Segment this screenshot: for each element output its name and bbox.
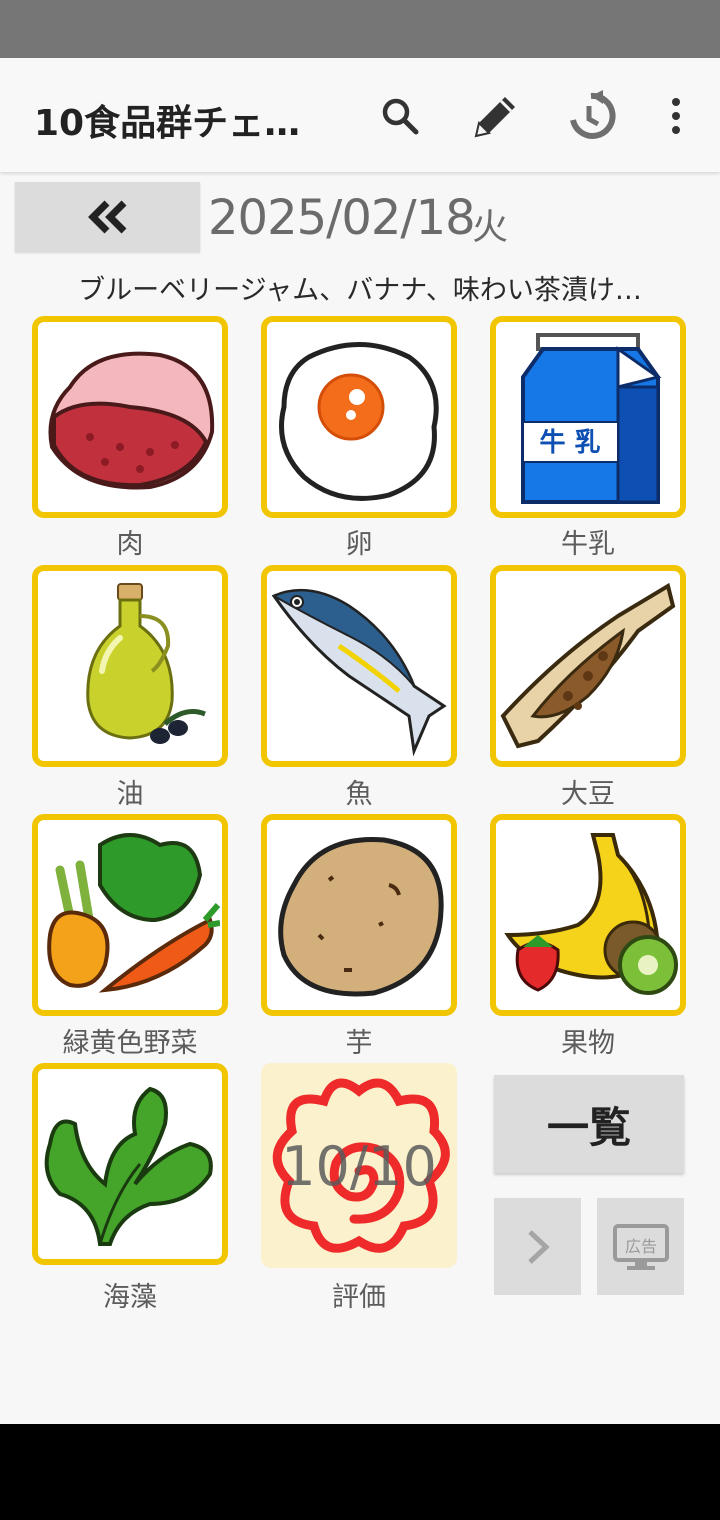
food-tile-meat[interactable]	[32, 316, 228, 518]
meal-summary[interactable]: ブルーベリージャム、バナナ、味わい茶漬け…	[20, 268, 700, 307]
food-tile-oil[interactable]	[32, 565, 228, 767]
list-button[interactable]: 一覧	[494, 1075, 684, 1173]
chevron-right-icon	[527, 1229, 550, 1264]
food-label-fish: 魚	[345, 779, 373, 810]
seaweed-icon	[44, 1086, 213, 1246]
food-tile-seaweed[interactable]	[32, 1063, 228, 1265]
double-chevron-left-icon	[87, 200, 126, 234]
natto-icon	[500, 582, 676, 749]
evaluation-score: 10/10	[281, 1135, 437, 1198]
ad-button[interactable]: 広告	[597, 1198, 684, 1295]
history-icon[interactable]	[563, 88, 619, 144]
food-label-soybean: 大豆	[561, 779, 615, 810]
food-label-seaweed: 海藻	[103, 1282, 157, 1313]
ad-label: 広告	[624, 1237, 656, 1256]
food-label-milk: 牛乳	[561, 529, 615, 560]
svg-text:牛 乳: 牛 乳	[539, 428, 600, 458]
food-label-fruits: 果物	[561, 1028, 615, 1059]
more-vert-icon[interactable]	[648, 88, 704, 144]
food-tile-soybean[interactable]	[490, 565, 686, 767]
food-label-vegetables: 緑黄色野菜	[62, 1028, 198, 1059]
food-tile-milk[interactable]: 牛 乳	[490, 316, 686, 518]
fried-egg-icon	[279, 342, 439, 501]
previous-day-button[interactable]	[15, 182, 200, 252]
current-date[interactable]: 2025/02/18	[208, 190, 476, 246]
evaluation-label: 評価	[332, 1282, 386, 1313]
app-bar: 10食品群チェ…	[0, 58, 720, 172]
food-label-oil: 油	[116, 779, 144, 810]
food-label-potato: 芋	[345, 1028, 373, 1059]
pencil-icon[interactable]	[468, 88, 524, 144]
milk-carton-icon: 牛 乳	[521, 333, 662, 504]
potato-icon	[278, 837, 444, 997]
weekday: 火	[472, 207, 509, 248]
search-icon[interactable]	[372, 88, 428, 144]
olive-oil-icon	[86, 583, 206, 744]
status-bar	[0, 0, 720, 58]
app-title: 10食品群チェ…	[34, 103, 301, 144]
food-tile-vegetables[interactable]	[32, 814, 228, 1016]
fruits-icon	[504, 833, 678, 995]
food-tile-fish[interactable]	[261, 565, 457, 767]
fish-icon	[271, 588, 447, 756]
food-tile-fruits[interactable]	[490, 814, 686, 1016]
system-nav-bar	[0, 1424, 720, 1520]
monitor-ad-icon: 広告	[612, 1223, 669, 1270]
next-day-button[interactable]	[494, 1198, 581, 1295]
food-tile-egg[interactable]	[261, 316, 457, 518]
vegetables-icon	[47, 833, 220, 993]
food-label-egg: 卵	[345, 529, 373, 560]
food-label-meat: 肉	[116, 529, 144, 560]
food-tile-potato[interactable]	[261, 814, 457, 1016]
evaluation-tile[interactable]: 10/10	[261, 1063, 457, 1268]
meat-icon	[48, 351, 215, 490]
